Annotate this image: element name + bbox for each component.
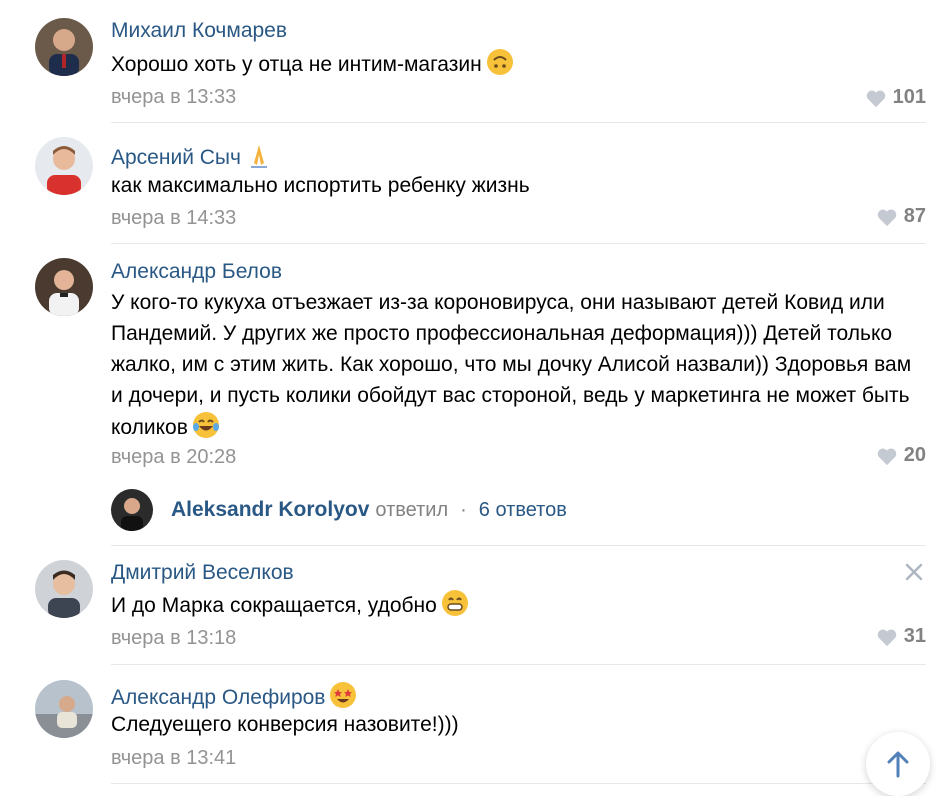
- avatar[interactable]: [35, 560, 93, 618]
- grinning-face-icon: [441, 589, 469, 617]
- heart-icon: [877, 629, 897, 646]
- replies-summary[interactable]: Aleksandr Korolyov ответил · 6 ответов: [111, 489, 567, 531]
- like-button[interactable]: 87: [876, 205, 926, 228]
- comment-date[interactable]: вчера в 13:33: [111, 86, 236, 109]
- avatar[interactable]: [35, 680, 93, 738]
- comment-text-wrap: Хорошо хоть у отца не интим-магазин: [111, 48, 926, 80]
- divider: [111, 545, 926, 546]
- upside-down-face-icon: [486, 48, 514, 76]
- comment-date[interactable]: вчера в 13:41: [111, 747, 236, 770]
- heart-icon: [877, 209, 897, 226]
- comment-text: И до Марка сокращается, удобно: [111, 594, 437, 617]
- replies-count-link[interactable]: 6 ответов: [479, 499, 567, 522]
- comment-text-wrap: И до Марка сокращается, удобно: [111, 589, 926, 621]
- comment-author-wrap: Александр Олефиров: [111, 681, 357, 710]
- divider: [111, 664, 926, 665]
- avatar[interactable]: [35, 258, 93, 316]
- reply-separator: ·: [460, 498, 467, 521]
- comment-text: У кого-то кукуха отъезжает из-за коронов…: [111, 291, 912, 439]
- comment-author[interactable]: Александр Олефиров: [111, 686, 325, 709]
- reply-verb: ответил: [375, 498, 449, 521]
- comment-text: Хорошо хоть у отца не интим-магазин: [111, 53, 482, 76]
- like-count: 87: [903, 205, 926, 227]
- scroll-to-top-button[interactable]: [866, 732, 930, 796]
- avatar[interactable]: [35, 137, 93, 195]
- comment-text: как максимально испортить ребенку жизнь: [111, 174, 530, 197]
- divider: [111, 783, 926, 784]
- comment-text: Следуещего конверсия назовите!))): [111, 713, 459, 736]
- avatar[interactable]: [111, 489, 153, 531]
- like-button[interactable]: 31: [876, 625, 926, 648]
- comment-text-wrap: У кого-то кукуха отъезжает из-за коронов…: [111, 287, 926, 443]
- arrow-up-icon: [887, 751, 909, 778]
- like-button[interactable]: 20: [876, 444, 926, 467]
- comment-author[interactable]: Михаил Кочмарев: [111, 19, 287, 43]
- comment-author[interactable]: Дмитрий Веселков: [111, 561, 294, 585]
- comment-date[interactable]: вчера в 20:28: [111, 446, 236, 469]
- comment-author-wrap: Арсений Сыч: [111, 141, 273, 170]
- divider: [111, 243, 926, 244]
- tears-of-joy-icon: [192, 411, 220, 439]
- like-count: 101: [892, 86, 926, 108]
- like-button[interactable]: 101: [865, 86, 926, 109]
- avatar[interactable]: [35, 18, 93, 76]
- reply-author[interactable]: Aleksandr Korolyov: [171, 498, 369, 522]
- folded-hands-icon: [245, 141, 273, 169]
- comment-author[interactable]: Арсений Сыч: [111, 146, 241, 169]
- close-icon[interactable]: [904, 562, 924, 582]
- comment-author[interactable]: Александр Белов: [111, 260, 282, 284]
- comment-date[interactable]: вчера в 14:33: [111, 207, 236, 230]
- comment-date[interactable]: вчера в 13:18: [111, 627, 236, 650]
- star-struck-icon: [329, 681, 357, 709]
- like-count: 20: [903, 444, 926, 466]
- heart-icon: [866, 90, 885, 107]
- divider: [111, 122, 926, 123]
- like-count: 31: [903, 625, 926, 647]
- heart-icon: [877, 448, 897, 465]
